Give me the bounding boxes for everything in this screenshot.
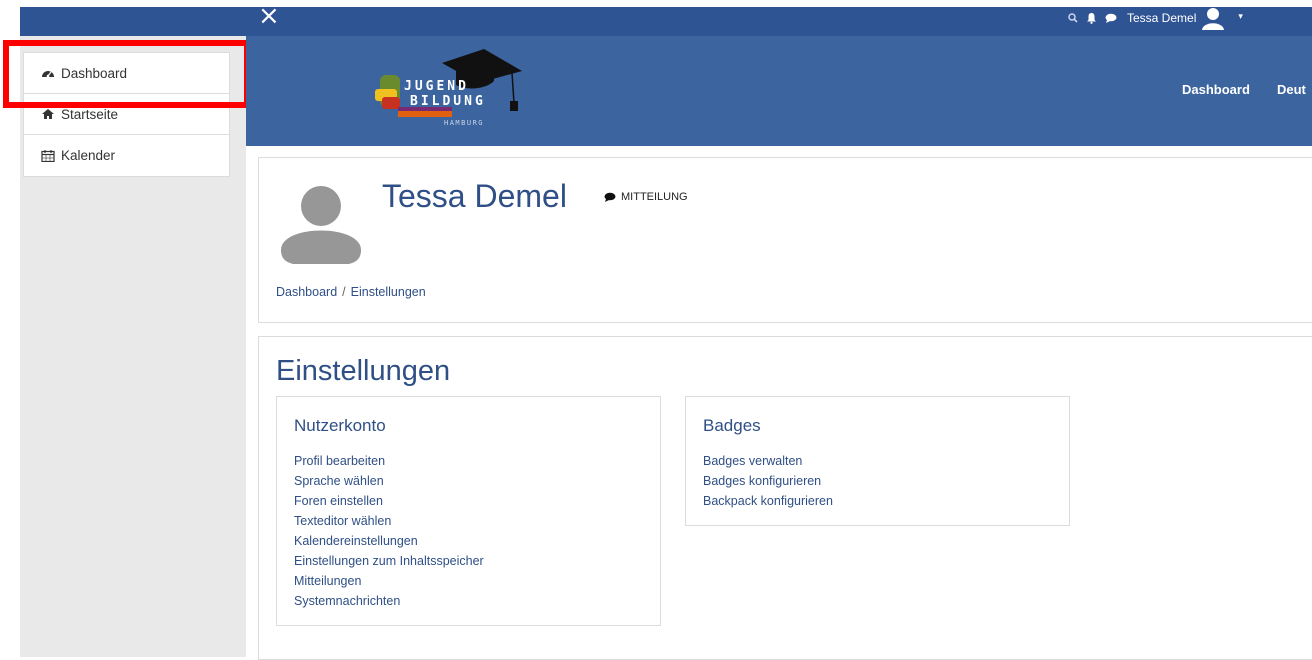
account-settings-box: Nutzerkonto Profil bearbeiten Sprache wä… xyxy=(276,396,661,626)
badges-box: Badges Badges verwalten Badges konfiguri… xyxy=(685,396,1070,526)
link-backpack-konfigurieren[interactable]: Backpack konfigurieren xyxy=(703,491,833,511)
badges-title: Badges xyxy=(703,416,761,435)
sidebar-item-kalender[interactable]: Kalender xyxy=(24,135,229,176)
user-name[interactable]: Tessa Demel xyxy=(1127,11,1196,25)
user-avatar[interactable] xyxy=(279,180,363,266)
link-sprache-waehlen[interactable]: Sprache wählen xyxy=(294,471,484,491)
breadcrumb-einstellungen[interactable]: Einstellungen xyxy=(351,285,426,299)
user-menu-area: Tessa Demel ▾ xyxy=(1068,6,1243,32)
header-nav-dashboard[interactable]: Dashboard xyxy=(1182,82,1250,97)
link-systemnachrichten[interactable]: Systemnachrichten xyxy=(294,591,484,611)
sidebar-item-label: Kalender xyxy=(61,148,116,163)
link-profil-bearbeiten[interactable]: Profil bearbeiten xyxy=(294,451,484,471)
breadcrumb: Dashboard / Einstellungen xyxy=(276,285,426,299)
logo-subtext: HAMBURG xyxy=(444,119,485,127)
link-badges-verwalten[interactable]: Badges verwalten xyxy=(703,451,833,471)
message-button[interactable]: MITTEILUNG xyxy=(604,191,688,203)
account-settings-title: Nutzerkonto xyxy=(294,416,386,435)
home-icon xyxy=(41,108,55,120)
calendar-icon xyxy=(41,149,55,162)
chat-icon[interactable] xyxy=(1105,13,1117,23)
sidebar-item-label: Startseite xyxy=(61,106,119,122)
chat-icon xyxy=(604,192,616,202)
settings-title: Einstellungen xyxy=(276,355,451,387)
link-badges-konfigurieren[interactable]: Badges konfigurieren xyxy=(703,471,833,491)
header-nav-language[interactable]: Deut xyxy=(1277,82,1306,97)
link-texteditor-waehlen[interactable]: Texteditor wählen xyxy=(294,511,484,531)
top-navbar: × Tessa Demel ▾ xyxy=(20,3,1312,36)
page-title: Tessa Demel xyxy=(382,178,567,214)
site-logo[interactable]: JUGEND BILDUNG HAMBURG xyxy=(372,45,522,131)
close-icon[interactable]: × xyxy=(258,3,280,29)
chevron-down-icon[interactable]: ▾ xyxy=(1238,11,1243,22)
link-mitteilungen[interactable]: Mitteilungen xyxy=(294,571,484,591)
logo-text: JUGEND xyxy=(404,79,469,94)
highlight-box xyxy=(3,40,250,108)
message-label: MITTEILUNG xyxy=(621,191,688,203)
logo-text: BILDUNG xyxy=(410,94,486,109)
link-kalendereinstellungen[interactable]: Kalendereinstellungen xyxy=(294,531,484,551)
bell-icon[interactable] xyxy=(1086,12,1097,24)
link-foren-einstellen[interactable]: Foren einstellen xyxy=(294,491,484,511)
link-inhaltsspeicher[interactable]: Einstellungen zum Inhaltsspeicher xyxy=(294,551,484,571)
breadcrumb-dashboard[interactable]: Dashboard xyxy=(276,285,337,299)
search-icon[interactable] xyxy=(1068,13,1078,23)
avatar-icon[interactable] xyxy=(1200,6,1226,32)
